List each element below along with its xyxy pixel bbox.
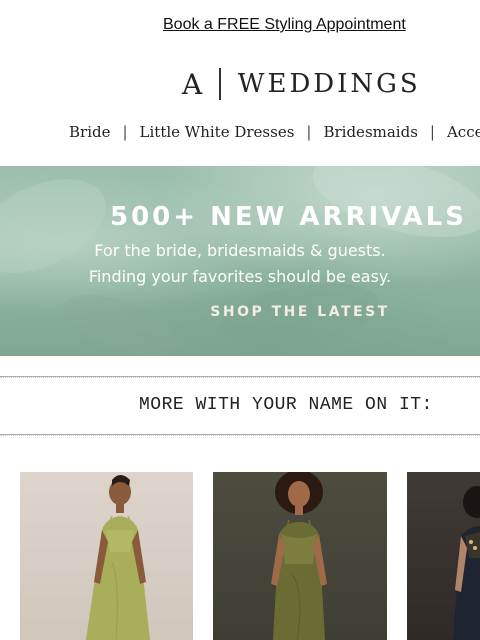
hero-subline: For the bride, bridesmaids & guests. (94, 241, 386, 260)
nav-item-little-white-dresses[interactable]: Little White Dresses (140, 123, 295, 141)
hero-subline: Finding your favorites should be easy. (88, 267, 392, 286)
styling-appointment-link[interactable]: Book a FREE Styling Appointment (163, 16, 406, 34)
main-nav: Bride | Little White Dresses | Bridesmai… (69, 121, 480, 143)
product-card-navy-gown[interactable] (407, 472, 480, 640)
product-image (453, 486, 480, 640)
shop-latest-button[interactable]: SHOP THE LATEST (0, 304, 480, 320)
nav-item-bridesmaids[interactable]: Bridesmaids (323, 123, 417, 141)
hero-headline: 500+ NEW ARRIVALS (110, 202, 467, 232)
section-heading: MORE WITH YOUR NAME ON IT: (139, 395, 433, 415)
brand-logo[interactable]: A WEDDINGS (182, 66, 421, 102)
hero-banner[interactable]: 500+ NEW ARRIVALS For the bride, bridesm… (0, 166, 480, 356)
product-card-green-satin-dress[interactable] (20, 472, 193, 640)
nav-separator: | (122, 123, 128, 141)
product-image (271, 472, 327, 640)
nav-separator: | (429, 123, 435, 141)
nav-separator: | (306, 123, 312, 141)
hero-floral-background (0, 166, 480, 356)
nav-item-bride[interactable]: Bride (69, 123, 110, 141)
logo-wordmark: WEDDINGS (237, 69, 421, 99)
product-card-olive-corset-dress[interactable] (213, 472, 387, 640)
section-divider (0, 376, 480, 378)
logo-divider (219, 68, 221, 100)
nav-item-accessories[interactable]: Acces (447, 123, 480, 141)
product-image (86, 475, 150, 640)
logo-mark: A (182, 67, 204, 101)
section-divider (0, 434, 480, 436)
